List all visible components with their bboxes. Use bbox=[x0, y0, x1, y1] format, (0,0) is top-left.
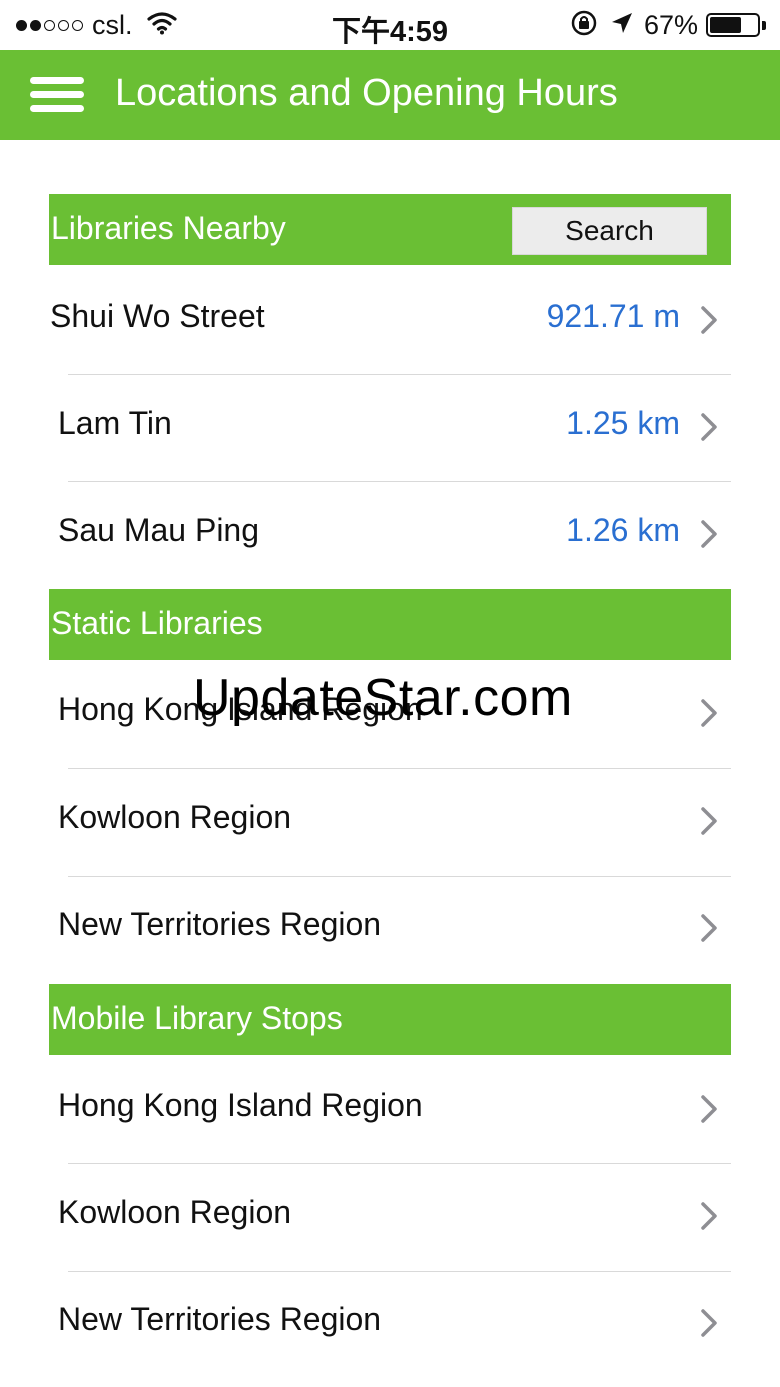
status-right: 67% bbox=[570, 9, 766, 41]
chevron-right-icon bbox=[701, 699, 717, 727]
watermark: UpdateStar.com bbox=[193, 669, 573, 727]
chevron-right-icon bbox=[701, 520, 717, 548]
distance-label: 1.26 km bbox=[566, 512, 680, 548]
section-header-libraries-nearby: Libraries Nearby Search bbox=[49, 194, 731, 265]
chevron-right-icon bbox=[701, 807, 717, 835]
section-title: Mobile Library Stops bbox=[51, 1000, 343, 1036]
list-item-mobile[interactable]: Hong Kong Island Region bbox=[0, 1057, 780, 1164]
distance-label: 921.71 m bbox=[546, 298, 680, 334]
library-name: Sau Mau Ping bbox=[58, 512, 260, 548]
library-name: Shui Wo Street bbox=[50, 298, 265, 334]
region-name: New Territories Region bbox=[58, 1301, 382, 1337]
list-item-nearby[interactable]: Lam Tin 1.25 km bbox=[0, 375, 780, 482]
list-item-static[interactable]: Kowloon Region bbox=[0, 769, 780, 876]
list-item-nearby[interactable]: Sau Mau Ping 1.26 km bbox=[0, 482, 780, 589]
chevron-right-icon bbox=[701, 1309, 717, 1337]
list-item-static[interactable]: New Territories Region bbox=[0, 876, 780, 983]
search-button[interactable]: Search bbox=[512, 207, 707, 255]
library-name: Lam Tin bbox=[58, 405, 172, 441]
status-bar: csl. 下午4:59 67% bbox=[0, 0, 780, 50]
list-item-mobile[interactable]: Kowloon Region bbox=[0, 1164, 780, 1271]
list-item-nearby[interactable]: Shui Wo Street 921.71 m bbox=[0, 268, 780, 375]
section-header-mobile-library-stops: Mobile Library Stops bbox=[49, 984, 731, 1055]
battery-level bbox=[710, 17, 741, 33]
battery-percentage: 67% bbox=[643, 9, 698, 40]
section-title: Static Libraries bbox=[51, 605, 263, 641]
distance-label: 1.25 km bbox=[566, 405, 680, 441]
chevron-right-icon bbox=[701, 914, 717, 942]
hamburger-menu-icon[interactable] bbox=[30, 77, 84, 117]
section-header-static-libraries: Static Libraries bbox=[49, 589, 731, 660]
battery-icon bbox=[706, 13, 760, 37]
rotation-lock-icon bbox=[570, 9, 598, 42]
chevron-right-icon bbox=[701, 1095, 717, 1123]
chevron-right-icon bbox=[701, 306, 717, 334]
region-name: Kowloon Region bbox=[58, 799, 292, 835]
nav-bar: Locations and Opening Hours bbox=[0, 50, 780, 140]
region-name: Hong Kong Island Region bbox=[58, 1087, 423, 1123]
location-arrow-icon bbox=[610, 11, 634, 40]
region-name: Kowloon Region bbox=[58, 1194, 292, 1230]
chevron-right-icon bbox=[701, 413, 717, 441]
chevron-right-icon bbox=[701, 1202, 717, 1230]
region-name: New Territories Region bbox=[58, 906, 382, 942]
battery-cap bbox=[762, 20, 766, 30]
section-title: Libraries Nearby bbox=[51, 210, 286, 246]
page-title: Locations and Opening Hours bbox=[115, 72, 618, 114]
list-item-mobile[interactable]: New Territories Region bbox=[0, 1271, 780, 1378]
